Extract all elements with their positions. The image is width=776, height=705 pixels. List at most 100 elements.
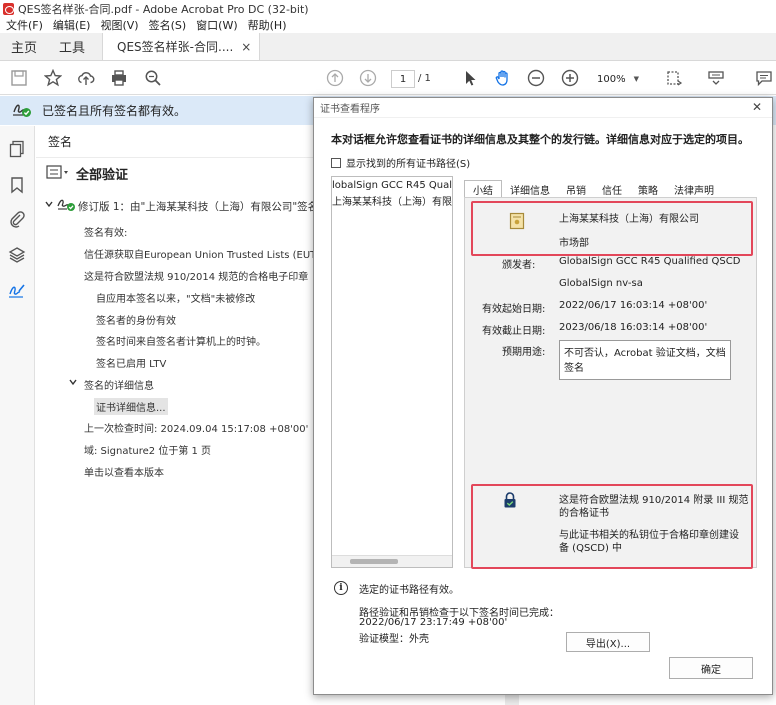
next-page-icon[interactable]: [358, 68, 378, 88]
path-valid-status: 选定的证书路径有效。: [359, 585, 459, 596]
certificate-chain-tree[interactable]: lobalSign GCC R45 Qualified C 上海某某科技（上海）…: [331, 176, 453, 568]
issuer-organization: GlobalSign nv-sa: [559, 278, 643, 289]
signing-time-source-line: 签名时间来自签名者计算机上的时钟。: [96, 337, 266, 348]
document-unmodified-line: 自应用本签名以来，"文档"未被修改: [96, 294, 256, 305]
bookmark-star-icon[interactable]: [43, 68, 63, 88]
attachment-paperclip-icon[interactable]: [8, 210, 26, 228]
tab-tools[interactable]: 工具: [48, 33, 96, 60]
tab-revocation[interactable]: 吊销: [558, 180, 594, 198]
layers-icon[interactable]: [8, 246, 26, 264]
menu-help[interactable]: 帮助(H): [248, 17, 287, 33]
tree-horizontal-scrollbar[interactable]: [332, 555, 452, 567]
show-all-paths-checkbox[interactable]: [331, 157, 341, 168]
field-location-line: 域: Signature2 位于第 1 页: [84, 446, 212, 457]
signature-details-label[interactable]: 签名的详细信息: [84, 377, 154, 392]
window-title: QES签名样张-合同.pdf - Adobe Acrobat Pro DC (3…: [18, 2, 309, 16]
zoom-out-icon[interactable]: [526, 68, 546, 88]
tree-scroll-thumb[interactable]: [350, 559, 398, 564]
menu-view[interactable]: 视图(V): [100, 17, 138, 33]
tab-home[interactable]: 主页: [0, 33, 48, 60]
certificate-tabs: 小结 详细信息 吊销 信任 策略 法律声明: [464, 180, 764, 198]
tab-document[interactable]: QES签名样张-合同.... ×: [102, 33, 261, 60]
print-icon[interactable]: [109, 68, 129, 88]
last-checked-line: 上一次检查时间: 2024.09.04 15:17:08 +08'00': [84, 424, 309, 435]
zoom-in-icon[interactable]: [560, 68, 580, 88]
signer-identity-valid-line: 签名者的身份有效: [96, 316, 176, 327]
details-expand-chevron-icon[interactable]: [68, 377, 78, 390]
dialog-description: 本对话框允许您查看证书的详细信息及其整个的发行链。详细信息对应于选定的项目。: [331, 133, 749, 146]
qc-statement-line-2: 的合格证书: [559, 508, 609, 519]
tab-details[interactable]: 详细信息: [502, 180, 558, 198]
page-number-input[interactable]: 1: [391, 70, 415, 88]
dialog-close-icon[interactable]: ✕: [752, 100, 762, 114]
ok-button[interactable]: 确定: [669, 657, 753, 679]
subject-unit: 市场部: [559, 238, 589, 249]
validation-model: 验证模型：外壳: [359, 634, 429, 645]
search-zoom-icon[interactable]: [143, 68, 163, 88]
signatures-panel-heading: 签名: [36, 126, 314, 158]
tree-item-end-entity[interactable]: 上海某某科技（上海）有限公: [332, 193, 452, 208]
verify-all-row[interactable]: 全部验证: [46, 164, 128, 183]
menu-sign[interactable]: 签名(S): [149, 17, 187, 33]
bookmark-icon[interactable]: [8, 176, 26, 194]
show-all-paths-checkbox-row[interactable]: 显示找到的所有证书路径(S): [331, 155, 470, 170]
revision-1-item[interactable]: 修订版 1：由"上海某某科技（上海）有限公司"签名: [78, 199, 318, 214]
summary-tab-panel: 上海某某科技（上海）有限公司 市场部 颁发者: GlobalSign GCC R…: [464, 197, 757, 652]
pages-thumbnail-icon[interactable]: [8, 140, 26, 158]
tab-legal-notice[interactable]: 法律声明: [666, 180, 722, 198]
intended-usage-label: 预期用途:: [502, 347, 546, 358]
show-all-paths-label[interactable]: 显示找到的所有证书路径(S): [346, 155, 470, 170]
window-title-bar: QES签名样张-合同.pdf - Adobe Acrobat Pro DC (3…: [0, 0, 776, 17]
ltv-enabled-line: 签名已启用 LTV: [96, 359, 167, 370]
menu-window[interactable]: 窗口(W): [196, 17, 237, 33]
menu-bar: 文件(F) 编辑(E) 视图(V) 签名(S) 窗口(W) 帮助(H): [0, 17, 776, 33]
view-version-link[interactable]: 单击以查看本版本: [84, 464, 164, 479]
zoom-caret-icon: ▼: [633, 75, 639, 83]
page-fit-icon[interactable]: [664, 68, 684, 88]
left-navigation-rail: [0, 126, 35, 705]
tab-policies[interactable]: 策略: [630, 180, 666, 198]
tab-trust[interactable]: 信任: [594, 180, 630, 198]
signature-panel-icon[interactable]: [8, 282, 26, 300]
certificate-viewer-dialog: 证书查看程序 ✕ 本对话框允许您查看证书的详细信息及其整个的发行链。详细信息对应…: [313, 97, 773, 695]
revision-expand-chevron-icon[interactable]: [44, 199, 54, 212]
certificate-details-link[interactable]: 证书详细信息...: [94, 398, 168, 415]
valid-to-value: 2023/06/18 16:03:14 +08'00': [559, 322, 708, 333]
validation-time: 2022/06/17 23:17:49 +08'00': [359, 617, 508, 628]
qualified-lock-icon: [502, 491, 518, 512]
valid-from-label: 有效起始日期:: [482, 304, 546, 315]
signature-valid-icon: [12, 100, 32, 121]
trust-source-line: 信任源获取自European Union Trusted Lists (EUTL…: [84, 250, 336, 261]
tab-summary[interactable]: 小结: [464, 180, 502, 198]
previous-page-icon[interactable]: [325, 68, 345, 88]
page-total: / 1: [418, 73, 431, 84]
cloud-upload-icon[interactable]: [76, 68, 96, 88]
signature-status-text: 已签名且所有签名都有效。: [42, 104, 187, 118]
tree-item-root-ca[interactable]: lobalSign GCC R45 Qualified C: [332, 180, 452, 191]
export-button[interactable]: 导出(X)...: [566, 632, 650, 652]
comment-icon[interactable]: [754, 68, 774, 88]
acrobat-pdf-icon: [3, 2, 14, 15]
issuer-label: 颁发者:: [502, 260, 536, 271]
qualified-seal-line: 这是符合欧盟法规 910/2014 规范的合格电子印章: [84, 272, 309, 283]
options-list-icon[interactable]: [46, 164, 70, 183]
verify-all-button[interactable]: 全部验证: [76, 164, 128, 183]
menu-edit[interactable]: 编辑(E): [53, 17, 91, 33]
select-cursor-icon[interactable]: [460, 68, 480, 88]
zoom-level-value: 100%: [597, 73, 626, 85]
valid-from-value: 2022/06/17 16:03:14 +08'00': [559, 300, 708, 311]
zoom-level-select[interactable]: 100% ▼: [593, 70, 643, 88]
tab-bar: 主页 工具 QES签名样张-合同.... ×: [0, 33, 776, 61]
save-icon[interactable]: [9, 68, 29, 88]
signature-valid-label: 签名有效:: [84, 228, 128, 239]
menu-file[interactable]: 文件(F): [6, 17, 43, 33]
tab-document-label: QES签名样张-合同....: [117, 40, 234, 54]
tab-close-icon[interactable]: ×: [241, 40, 251, 54]
certificate-icon: [509, 212, 525, 233]
main-toolbar: 1 / 1 100% ▼: [0, 61, 776, 95]
toolbar-more-icon[interactable]: [706, 68, 726, 88]
hand-tool-icon[interactable]: [493, 68, 513, 88]
subject-name: 上海某某科技（上海）有限公司: [559, 214, 699, 225]
signatures-panel: 签名 全部验证 修订版 1：由"上海某某科技（上海）有限公司"签名 签名有效: …: [36, 126, 336, 705]
qscd-statement-line-2: 备 (QSCD) 中: [559, 543, 623, 554]
